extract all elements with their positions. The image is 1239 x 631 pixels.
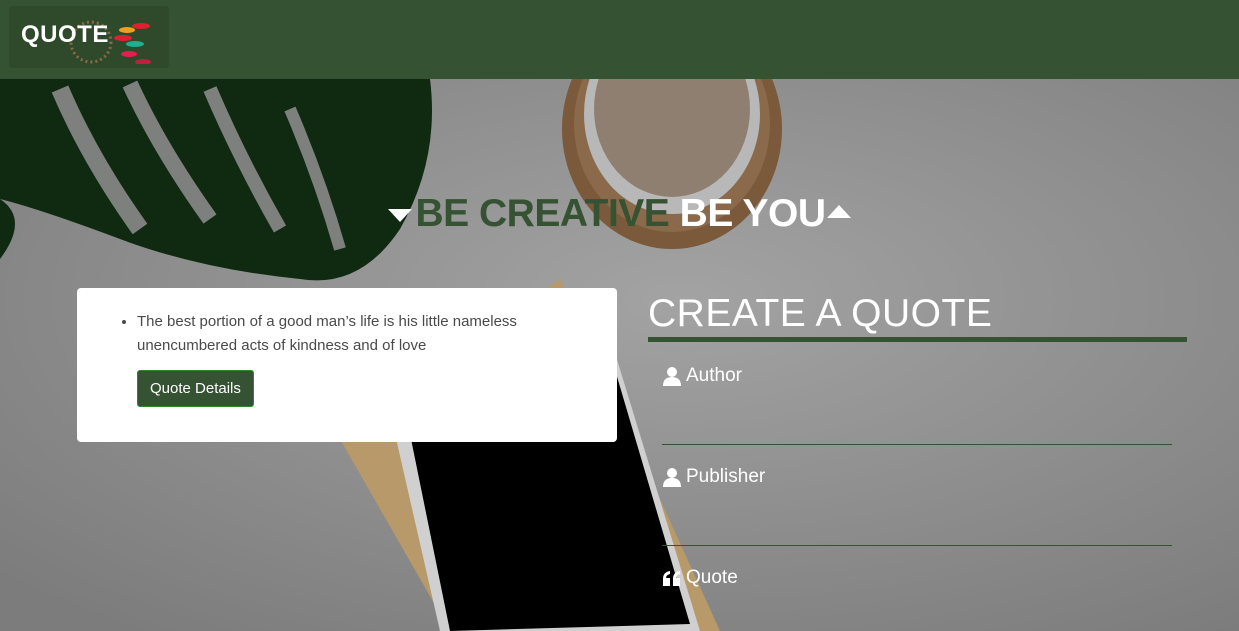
create-quote-title: CREATE A QUOTE: [648, 292, 993, 335]
author-field: Author: [662, 365, 1172, 445]
user-icon: [663, 367, 681, 386]
caret-up-icon: [827, 205, 852, 219]
quote-text: The best portion of a good man’s life is…: [137, 313, 517, 354]
quote-details-button[interactable]: Quote Details: [137, 370, 254, 407]
hero-headline: BE CREATIVE BE YOU: [0, 192, 1239, 236]
author-input[interactable]: [662, 395, 1172, 433]
quote-field: Quote: [662, 567, 1172, 631]
title-divider: [648, 337, 1187, 342]
quote-card: The best portion of a good man’s life is…: [77, 288, 617, 442]
publisher-label: Publisher: [686, 466, 766, 487]
author-label: Author: [686, 365, 742, 386]
publisher-field: Publisher: [662, 466, 1172, 546]
headline-part1: BE CREATIVE: [415, 192, 670, 235]
caret-down-icon: [387, 209, 412, 223]
quote-list: The best portion of a good man’s life is…: [137, 310, 577, 407]
brand-logo[interactable]: QUOTE: [9, 6, 169, 68]
quote-input[interactable]: [662, 597, 1172, 631]
publisher-underline: [662, 545, 1172, 546]
quote-left-icon: [663, 571, 680, 586]
quote-label: Quote: [686, 567, 738, 588]
publisher-input[interactable]: [662, 496, 1172, 534]
navbar: QUOTE: [0, 0, 1239, 79]
list-item: The best portion of a good man’s life is…: [137, 310, 577, 407]
author-underline: [662, 444, 1172, 445]
user-icon: [663, 468, 681, 487]
headline-part2: BE YOU: [679, 192, 826, 235]
logo-text: QUOTE: [21, 21, 109, 48]
